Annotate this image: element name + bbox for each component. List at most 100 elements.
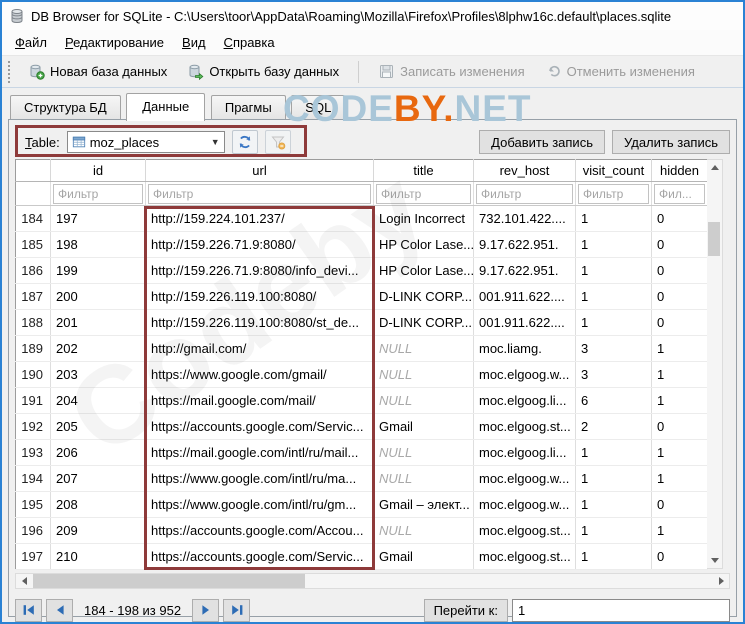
table-row[interactable]: 186 199 http://159.226.71.9:8080/info_de… [15,257,708,284]
cell-hidden[interactable]: 1 [651,361,708,388]
header-visit-count[interactable]: visit_count [575,159,652,182]
cell-visit-count[interactable]: 2 [575,413,652,440]
cell-visit-count[interactable]: 1 [575,465,652,492]
cell-visit-count[interactable]: 1 [575,491,652,518]
cell-url[interactable]: https://www.google.com/intl/ru/ma... [145,465,374,492]
cell-hidden[interactable]: 0 [651,283,708,310]
new-database-button[interactable]: Новая база данных [19,58,176,85]
cell-title[interactable]: Login Incorrect [373,205,474,232]
filter-hidden-input[interactable] [654,183,705,204]
cell-rev-host[interactable]: 732.101.422.... [473,205,576,232]
tab-db-structure[interactable]: Структура БД [10,95,121,120]
cell-id[interactable]: 207 [50,465,146,492]
cell-id[interactable]: 199 [50,257,146,284]
cell-title[interactable]: Gmail [373,413,474,440]
cell-rownum[interactable]: 189 [15,335,51,362]
table-row[interactable]: 195 208 https://www.google.com/intl/ru/g… [15,491,708,518]
cell-rev-host[interactable]: 001.911.622.... [473,309,576,336]
cell-id[interactable]: 198 [50,231,146,258]
cell-title[interactable]: NULL [373,335,474,362]
cell-title[interactable]: NULL [373,465,474,492]
cell-hidden[interactable]: 1 [651,335,708,362]
cell-visit-count[interactable]: 1 [575,257,652,284]
cell-visit-count[interactable]: 1 [575,205,652,232]
cell-rownum[interactable]: 186 [15,257,51,284]
filter-id-input[interactable] [53,183,143,204]
table-row[interactable]: 191 204 https://mail.google.com/mail/ NU… [15,387,708,414]
horizontal-scroll-thumb[interactable] [33,574,306,588]
cell-title[interactable]: HP Color Lase... [373,257,474,284]
goto-input[interactable] [512,598,730,622]
cell-title[interactable]: NULL [373,361,474,388]
table-select[interactable]: moz_places ▼ [66,131,225,153]
cell-hidden[interactable]: 0 [651,257,708,284]
cell-rownum[interactable]: 195 [15,491,51,518]
cell-visit-count[interactable]: 1 [575,517,652,544]
cell-url[interactable]: https://mail.google.com/intl/ru/mail... [145,439,374,466]
cell-url[interactable]: http://159.226.71.9:8080/info_devi... [145,257,374,284]
filter-url-input[interactable] [148,183,371,204]
cell-id[interactable]: 204 [50,387,146,414]
cell-id[interactable]: 210 [50,543,146,570]
table-row[interactable]: 188 201 http://159.226.119.100:8080/st_d… [15,309,708,336]
scroll-left-arrow[interactable] [16,574,32,588]
cell-rev-host[interactable]: 001.911.622.... [473,283,576,310]
cell-url[interactable]: https://accounts.google.com/Accou... [145,517,374,544]
cell-rownum[interactable]: 192 [15,413,51,440]
menu-edit[interactable]: Редактирование [56,32,173,53]
cell-hidden[interactable]: 1 [651,387,708,414]
cell-id[interactable]: 200 [50,283,146,310]
cell-title[interactable]: D-LINK CORP... [373,309,474,336]
cell-rownum[interactable]: 184 [15,205,51,232]
horizontal-scrollbar[interactable] [15,573,730,589]
cell-id[interactable]: 203 [50,361,146,388]
cell-id[interactable]: 205 [50,413,146,440]
cell-id[interactable]: 206 [50,439,146,466]
filter-title-input[interactable] [376,183,471,204]
cell-url[interactable]: http://159.226.119.100:8080/st_de... [145,309,374,336]
cell-id[interactable]: 201 [50,309,146,336]
header-url[interactable]: url [145,159,374,182]
header-hidden[interactable]: hidden [651,159,708,182]
cell-visit-count[interactable]: 1 [575,439,652,466]
cell-rownum[interactable]: 196 [15,517,51,544]
cell-rev-host[interactable]: moc.elgoog.w... [473,361,576,388]
prev-page-button[interactable] [46,598,73,622]
table-row[interactable]: 192 205 https://accounts.google.com/Serv… [15,413,708,440]
first-page-button[interactable] [15,598,42,622]
cell-title[interactable]: Gmail [373,543,474,570]
table-row[interactable]: 185 198 http://159.226.71.9:8080/ HP Col… [15,231,708,258]
cell-hidden[interactable]: 0 [651,491,708,518]
cell-visit-count[interactable]: 1 [575,309,652,336]
scroll-down-arrow[interactable] [707,553,722,568]
toolbar-grip[interactable] [8,60,13,83]
cell-rev-host[interactable]: moc.elgoog.st... [473,413,576,440]
tab-data[interactable]: Данные [126,93,206,121]
header-rev-host[interactable]: rev_host [473,159,576,182]
cell-hidden[interactable]: 0 [651,309,708,336]
cell-url[interactable]: https://accounts.google.com/Servic... [145,543,374,570]
cell-hidden[interactable]: 1 [651,465,708,492]
cell-url[interactable]: https://www.google.com/intl/ru/gm... [145,491,374,518]
cell-url[interactable]: http://159.226.119.100:8080/ [145,283,374,310]
cell-title[interactable]: HP Color Lase... [373,231,474,258]
cell-rev-host[interactable]: moc.elgoog.st... [473,543,576,570]
cell-visit-count[interactable]: 1 [575,231,652,258]
table-row[interactable]: 190 203 https://www.google.com/gmail/ NU… [15,361,708,388]
cell-rownum[interactable]: 190 [15,361,51,388]
open-database-button[interactable]: Открыть базу данных [178,58,348,85]
cell-rev-host[interactable]: moc.elgoog.li... [473,387,576,414]
cell-title[interactable]: NULL [373,439,474,466]
cell-title[interactable]: D-LINK CORP... [373,283,474,310]
cell-rev-host[interactable]: 9.17.622.951. [473,231,576,258]
cell-visit-count[interactable]: 6 [575,387,652,414]
scroll-right-arrow[interactable] [713,574,729,588]
cell-rownum[interactable]: 187 [15,283,51,310]
table-row[interactable]: 193 206 https://mail.google.com/intl/ru/… [15,439,708,466]
table-row[interactable]: 187 200 http://159.226.119.100:8080/ D-L… [15,283,708,310]
cell-rownum[interactable]: 197 [15,543,51,570]
cell-rev-host[interactable]: moc.elgoog.st... [473,517,576,544]
menu-file[interactable]: Файл [6,32,56,53]
table-row[interactable]: 189 202 http://gmail.com/ NULL moc.liamg… [15,335,708,362]
filter-visit-count-input[interactable] [578,183,649,204]
